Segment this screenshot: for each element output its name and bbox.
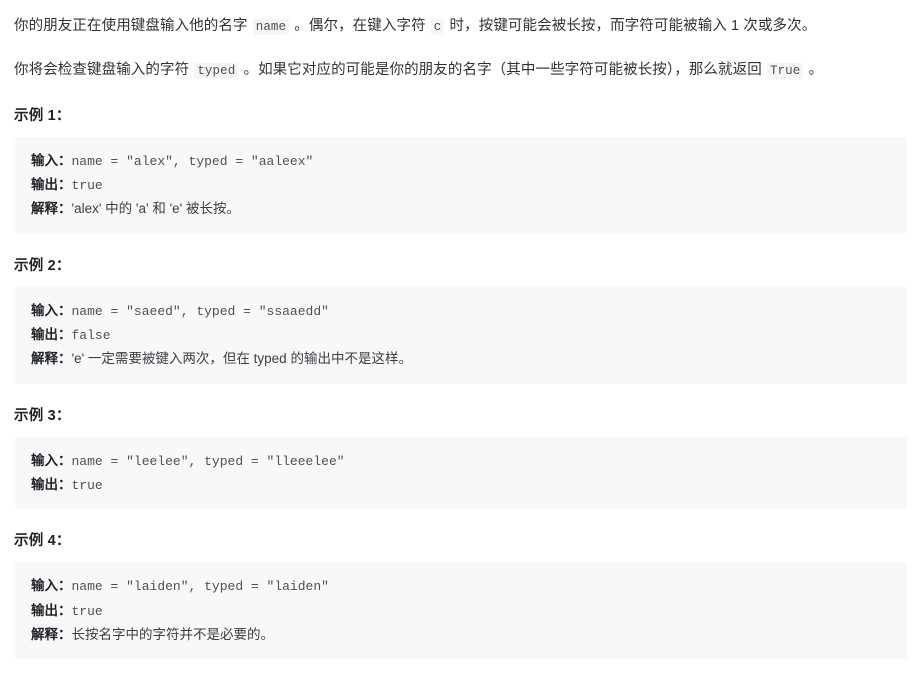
example-block-1: 示例 1： 输入：name = "alex", typed = "aaleex" 输… bbox=[14, 104, 908, 234]
example-heading-2: 示例 2： bbox=[14, 257, 71, 274]
code-line-value: name = "laiden", typed = "laiden" bbox=[71, 579, 329, 595]
code-line-value: name = "leelee", typed = "lleeelee" bbox=[71, 453, 345, 469]
intro-paragraph-2: 你将会检查键盘输入的字符 typed 。如果它对应的可能是你的朋友的名字（其中一… bbox=[14, 60, 908, 82]
paragraph-text: 。如果它对应的可能是你的朋友的名字（其中一些字符可能被长按），那么就返回 bbox=[239, 61, 766, 78]
intro-paragraph-1: 你的朋友正在使用键盘输入他的名字 name 。偶尔，在键入字符 c 时，按键可能… bbox=[14, 16, 908, 38]
code-line: 输出：false bbox=[31, 323, 893, 347]
inline-code-True: True bbox=[766, 62, 804, 79]
paragraph-text: 你将会检查键盘输入的字符 bbox=[14, 61, 194, 78]
example-code-block-2: 输入：name = "saeed", typed = "ssaaedd" 输出：f… bbox=[15, 286, 907, 384]
example-block-2: 示例 2： 输入：name = "saeed", typed = "ssaaedd… bbox=[14, 254, 908, 384]
code-line-value: name = "alex", typed = "aaleex" bbox=[71, 153, 314, 169]
example-code-block-1: 输入：name = "alex", typed = "aaleex" 输出：tru… bbox=[15, 136, 907, 234]
code-line-label: 解释： bbox=[31, 351, 72, 367]
code-line: 输入：name = "leelee", typed = "lleeelee" bbox=[31, 449, 893, 473]
code-line: 输入：name = "saeed", typed = "ssaaedd" bbox=[31, 299, 893, 323]
code-line-label: 输出： bbox=[31, 602, 72, 618]
code-line-label: 解释： bbox=[31, 201, 72, 217]
code-line: 输出：true bbox=[31, 173, 893, 197]
example-heading-4: 示例 4： bbox=[14, 533, 71, 550]
code-line: 输入：name = "alex", typed = "aaleex" bbox=[31, 149, 893, 173]
code-line-label: 输入： bbox=[31, 452, 72, 468]
code-line-value: true bbox=[71, 603, 103, 619]
example-heading-1: 示例 1： bbox=[14, 107, 71, 124]
example-heading-3: 示例 3： bbox=[14, 407, 71, 424]
code-line-explanation: 'alex' 中的 'a' 和 'e' 被长按。 bbox=[71, 201, 241, 217]
code-line-value: true bbox=[71, 177, 103, 193]
code-line: 解释：'alex' 中的 'a' 和 'e' 被长按。 bbox=[31, 197, 893, 221]
example-block-3: 示例 3： 输入：name = "leelee", typed = "lleeel… bbox=[14, 404, 908, 510]
example-code-block-3: 输入：name = "leelee", typed = "lleeelee" 输出… bbox=[15, 436, 907, 510]
paragraph-text: 你的朋友正在使用键盘输入他的名字 bbox=[14, 18, 252, 34]
code-line-label: 输入： bbox=[31, 578, 72, 594]
inline-code-c: c bbox=[430, 19, 445, 35]
code-line: 输出：true bbox=[31, 473, 893, 497]
paragraph-text: 。 bbox=[804, 61, 824, 78]
inline-code-typed: typed bbox=[194, 62, 239, 79]
code-line: 解释：长按名字中的字符并不是必要的。 bbox=[31, 623, 893, 647]
intro-section: 你的朋友正在使用键盘输入他的名字 name 。偶尔，在键入字符 c 时，按键可能… bbox=[14, 16, 908, 82]
code-line: 输出：true bbox=[31, 599, 893, 623]
example-block-4: 示例 4： 输入：name = "laiden", typed = "laiden… bbox=[14, 529, 908, 660]
code-line-label: 输出： bbox=[31, 326, 72, 342]
examples-section: 示例 1： 输入：name = "alex", typed = "aaleex" 输… bbox=[14, 104, 908, 660]
inline-code-name: name bbox=[252, 19, 290, 35]
code-line-label: 解释： bbox=[31, 627, 72, 643]
code-line-label: 输入： bbox=[31, 302, 72, 318]
code-line-label: 输入： bbox=[31, 152, 72, 168]
paragraph-text: 。偶尔，在键入字符 bbox=[290, 18, 430, 34]
code-line-value: true bbox=[71, 478, 103, 494]
code-line: 解释：'e' 一定需要被键入两次，但在 typed 的输出中不是这样。 bbox=[31, 347, 893, 371]
problem-description-page: 你的朋友正在使用键盘输入他的名字 name 。偶尔，在键入字符 c 时，按键可能… bbox=[0, 0, 922, 660]
paragraph-text: 时，按键可能会被长按，而字符可能被输入 1 次或多次。 bbox=[445, 18, 817, 34]
code-line-explanation: 长按名字中的字符并不是必要的。 bbox=[71, 627, 275, 643]
code-line-value: false bbox=[71, 327, 111, 343]
code-line-explanation: 'e' 一定需要被键入两次，但在 typed 的输出中不是这样。 bbox=[71, 351, 412, 367]
code-line: 输入：name = "laiden", typed = "laiden" bbox=[31, 574, 893, 598]
code-line-value: name = "saeed", typed = "ssaaedd" bbox=[71, 303, 329, 319]
code-line-label: 输出： bbox=[31, 477, 72, 493]
code-line-label: 输出： bbox=[31, 176, 72, 192]
example-code-block-4: 输入：name = "laiden", typed = "laiden" 输出：t… bbox=[15, 562, 907, 660]
